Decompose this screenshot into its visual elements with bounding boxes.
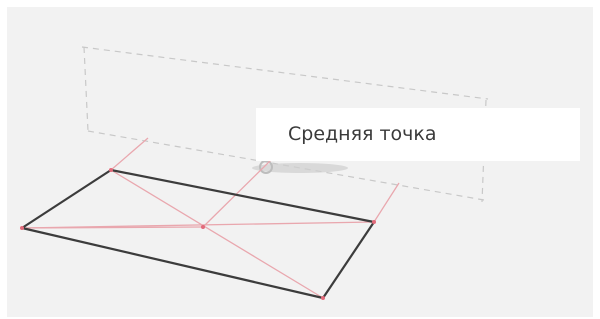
diagonal-1 [110,169,324,299]
extension-left [110,137,149,171]
ghost-text-smudge [252,160,348,174]
construction-lines [21,137,400,299]
corner-point-left [20,226,24,230]
vertical-guide [202,157,274,228]
ghost-top-edge [81,46,489,100]
caption-box: Средняя точка [256,108,580,161]
midpoint-marker [201,225,205,229]
corner-point-top-left [109,168,113,172]
ghost-left-edge [83,46,89,132]
caption-label: Средняя точка [288,123,437,145]
extension-right [373,182,400,223]
illustration-scene: Средняя точка [0,0,600,319]
corner-point-bottom-right [321,296,325,300]
quadrilateral-outline [20,168,376,300]
corner-point-top-right [372,220,376,224]
